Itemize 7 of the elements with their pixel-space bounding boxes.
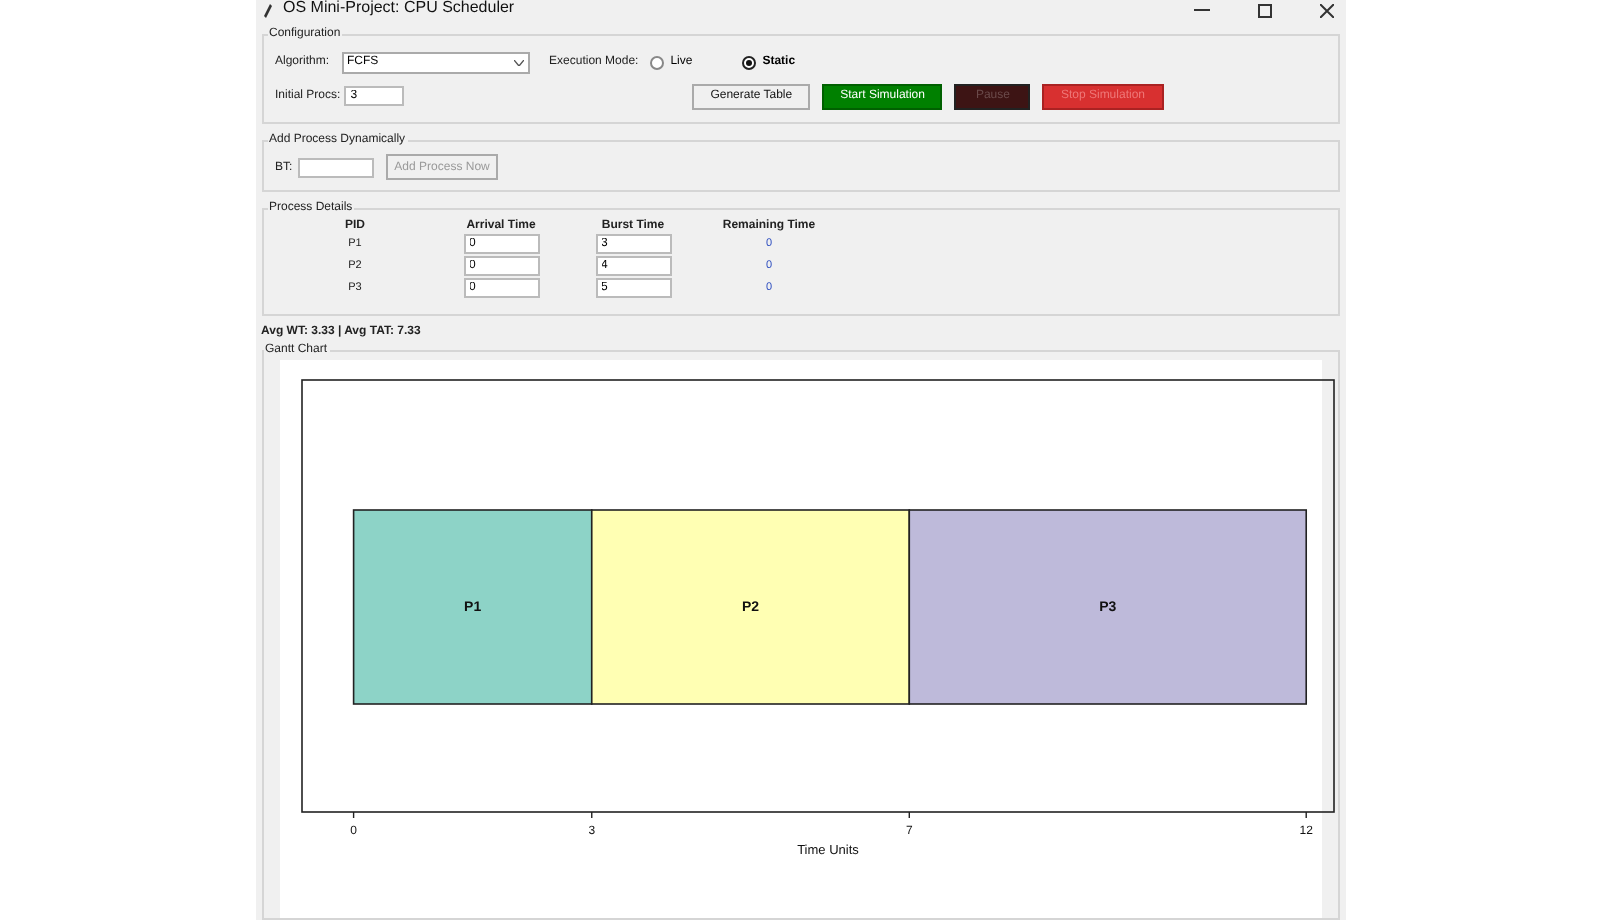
feather-icon <box>263 3 271 17</box>
chevron-icon <box>513 59 524 65</box>
close-icon[interactable] <box>1319 3 1333 17</box>
maximize-icon[interactable] <box>1257 3 1271 17</box>
window-title: OS Mini-Project: CPU Scheduler <box>283 0 517 15</box>
bt-field[interactable] <box>298 157 375 177</box>
minimize-icon[interactable] <box>1193 4 1209 16</box>
